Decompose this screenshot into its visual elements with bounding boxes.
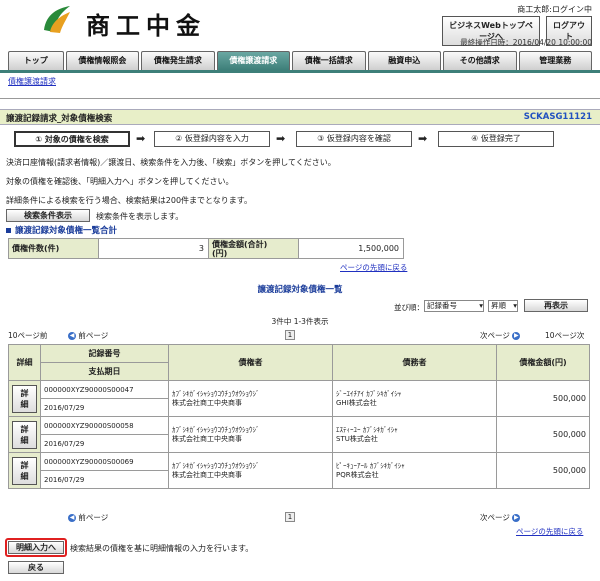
col-creditor: 債権者	[168, 344, 333, 381]
prev-page-link[interactable]: ◀ 前ページ	[68, 330, 108, 341]
count-label: 債権件数(件)	[8, 238, 99, 259]
tab-underline	[0, 70, 600, 73]
debtor-name: GHI株式会社	[336, 398, 377, 407]
due-date: 2016/07/29	[40, 398, 169, 417]
sort-field-select[interactable]: 記録番号 ▾	[424, 300, 484, 312]
step-arrow-icon: ➡	[136, 132, 146, 145]
redisplay-button[interactable]: 再表示	[524, 299, 588, 312]
record-no: 000000XYZ90000S00069	[40, 452, 169, 471]
next-page-link-bottom[interactable]: 次ページ ▶	[480, 512, 521, 523]
instruction-text: 詳細条件による検索を行う場合、検索結果は200件までとなります。	[6, 196, 252, 205]
step-1: ① 対象の債権を検索	[14, 131, 130, 147]
search-toggle-note: 検索条件を表示します。	[96, 212, 184, 221]
next-arrow-icon: ▶	[512, 514, 521, 522]
result-count: 3件中 1-3件表示	[271, 317, 329, 326]
next-page-link[interactable]: 次ページ ▶	[480, 330, 521, 341]
tab-other-request[interactable]: その他請求	[443, 51, 517, 70]
tab-credit-issue[interactable]: 債権発生請求	[141, 51, 215, 70]
creditor-kana: ｶﾌﾞｼｷｶﾞｲｼｬｼｮｳｺｳﾁｭｳｵｳｼｮｳｼﾞ	[172, 461, 260, 470]
debtor-kana: ｴｽﾃｨｰﾕｰ ｶﾌﾞｼｷｶﾞｲｼｬ	[336, 425, 398, 434]
amount: 500,000	[496, 416, 590, 453]
instruction-text: 対象の債権を確認後、「明細入力へ」ボタンを押してください。	[6, 177, 234, 186]
debtor-name: STU株式会社	[336, 434, 378, 443]
show-search-conditions-button[interactable]: 検索条件表示	[6, 209, 90, 222]
screen-code: SCKASG11121	[523, 112, 592, 122]
tab-management[interactable]: 管理業務	[518, 51, 592, 70]
due-date: 2016/07/29	[40, 434, 169, 453]
amount-value: 1,500,000	[298, 238, 404, 259]
debtor-kana: ﾋﾟｰｷｭｰｱｰﾙ ｶﾌﾞｼｷｶﾞｲｼｬ	[336, 461, 405, 470]
page-title: 譲渡記録請求_対象債権検索	[6, 114, 113, 124]
next-10-pages[interactable]: 10ページ次	[545, 330, 584, 341]
detail-button[interactable]: 詳細	[12, 420, 37, 449]
page-number[interactable]: 1	[285, 330, 295, 340]
creditor-kana: ｶﾌﾞｼｷｶﾞｲｼｬｼｮｳｺｳﾁｭｳｵｳｼｮｳｼﾞ	[172, 425, 260, 434]
tab-bulk-request[interactable]: 債権一括請求	[292, 51, 366, 70]
page-top-link[interactable]: ページの先頭に戻る	[340, 262, 407, 273]
brand-logo-icon	[44, 6, 70, 33]
breadcrumb-link[interactable]: 債権譲渡請求	[8, 76, 56, 87]
page-top-link-bottom[interactable]: ページの先頭に戻る	[516, 526, 583, 537]
back-button[interactable]: 戻る	[8, 561, 64, 574]
sort-label: 並び順：	[394, 303, 424, 312]
col-record-no: 記録番号	[40, 344, 169, 363]
step-4: ④ 仮登録完了	[438, 131, 554, 147]
record-no: 000000XYZ90000S00047	[40, 380, 169, 399]
main-tabs: トップ 債権情報照会 債権発生請求 債権譲渡請求 債権一括請求 融資申込 その他…	[8, 51, 592, 70]
step-arrow-icon: ➡	[418, 132, 428, 145]
login-user: 商工太郎:ログイン中	[517, 5, 592, 14]
summary-section-title: 譲渡記録対象債権一覧合計	[6, 224, 117, 236]
creditor-kana: ｶﾌﾞｼｷｶﾞｲｼｬｼｮｳｺｳﾁｭｳｵｳｼｮｳｼﾞ	[172, 389, 260, 398]
detail-button[interactable]: 詳細	[12, 384, 37, 413]
detail-input-note: 検索結果の債権を基に明細情報の入力を行います。	[70, 544, 254, 553]
divider	[0, 98, 600, 99]
step-arrow-icon: ➡	[276, 132, 286, 145]
brand-name: 商工中金	[86, 11, 206, 40]
prev-10-pages[interactable]: 10ページ前	[8, 330, 47, 341]
list-title: 譲渡記録対象債権一覧	[257, 285, 343, 295]
sort-order-select[interactable]: 昇順 ▾	[488, 300, 518, 312]
step-2: ② 仮登録内容を入力	[154, 131, 270, 147]
prev-arrow-icon: ◀	[68, 332, 76, 340]
next-arrow-icon: ▶	[512, 332, 521, 340]
col-due-date: 支払期日	[40, 362, 169, 381]
col-detail: 詳細	[8, 344, 41, 381]
page-number-bottom[interactable]: 1	[285, 512, 295, 522]
credit-list-table: 詳細 記録番号 債権者 債務者 債権金額(円) 支払期日 詳細 000000XY…	[8, 344, 590, 489]
creditor-name: 株式会社商工中央商事	[172, 470, 242, 479]
record-no: 000000XYZ90000S00058	[40, 416, 169, 435]
detail-button[interactable]: 詳細	[12, 456, 37, 485]
detail-input-button[interactable]: 明細入力へ	[8, 541, 64, 554]
amount-label: 債権金額(合計) (円)	[208, 238, 299, 259]
table-row: 詳細 000000XYZ90000S00047 ｶﾌﾞｼｷｶﾞｲｼｬｼｮｳｺｳﾁ…	[8, 380, 590, 417]
count-value: 3	[98, 238, 209, 259]
last-operation-time: 最終操作日時：2016/04/20 10:00:00	[460, 38, 592, 47]
amount: 500,000	[496, 380, 590, 417]
tab-top[interactable]: トップ	[8, 51, 64, 70]
instruction-text: 決済口座情報(請求者情報)／譲渡日、検索条件を入力後、「検索」ボタンを押してくだ…	[6, 158, 336, 167]
table-row: 詳細 000000XYZ90000S00069 ｶﾌﾞｼｷｶﾞｲｼｬｼｮｳｺｳﾁ…	[8, 452, 590, 489]
creditor-name: 株式会社商工中央商事	[172, 434, 242, 443]
table-row: 詳細 000000XYZ90000S00058 ｶﾌﾞｼｷｶﾞｲｼｬｼｮｳｺｳﾁ…	[8, 416, 590, 453]
step-3: ③ 仮登録内容を確認	[296, 131, 412, 147]
prev-page-link-bottom[interactable]: ◀ 前ページ	[68, 512, 108, 523]
debtor-name: PQR株式会社	[336, 470, 379, 479]
due-date: 2016/07/29	[40, 470, 169, 489]
tab-credit-transfer[interactable]: 債権譲渡請求	[216, 51, 291, 70]
col-amount: 債権金額(円)	[496, 344, 590, 381]
col-debtor: 債務者	[332, 344, 497, 381]
page-title-bar: 譲渡記録請求_対象債権検索 SCKASG11121	[0, 109, 600, 125]
amount: 500,000	[496, 452, 590, 489]
summary-table: 債権件数(件) 3 債権金額(合計) (円) 1,500,000	[8, 238, 404, 259]
prev-arrow-icon: ◀	[68, 514, 76, 522]
tab-loan-application[interactable]: 融資申込	[367, 51, 442, 70]
debtor-kana: ｼﾞｰｴｲﾁｱｲ ｶﾌﾞｼｷｶﾞｲｼｬ	[336, 389, 402, 398]
tab-credit-inquiry[interactable]: 債権情報照会	[65, 51, 140, 70]
creditor-name: 株式会社商工中央商事	[172, 398, 242, 407]
